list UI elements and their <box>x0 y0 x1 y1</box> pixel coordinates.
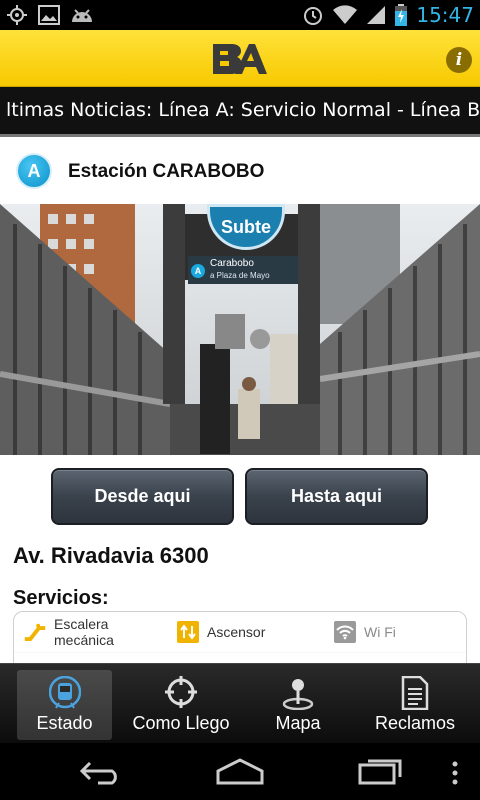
info-button[interactable]: i <box>446 47 472 73</box>
station-sign-direction: a Plaza de Mayo <box>210 271 270 280</box>
wifi-icon <box>334 621 356 643</box>
station-sign-line: A <box>191 264 205 278</box>
services-heading: Servicios: <box>13 587 109 609</box>
tab-label: Reclamos <box>374 713 456 733</box>
map-pin-icon <box>281 676 315 715</box>
station-header: A Estación CARABOBO <box>0 137 480 203</box>
crosshair-icon <box>165 676 197 713</box>
service-label: Wi Fi <box>364 624 396 640</box>
service-label: Escalera mecánica <box>54 616 114 648</box>
station-sign-panel: A Carabobo a Plaza de Mayo <box>188 256 298 284</box>
tab-label: Como Llego <box>132 713 230 733</box>
from-here-button[interactable]: Desde aqui <box>51 468 234 525</box>
service-elevator: Ascensor <box>177 612 327 652</box>
tab-label: Estado <box>36 713 93 733</box>
clock: 15:47 <box>416 3 474 27</box>
line-badge: A <box>16 153 52 189</box>
ba-logo <box>211 42 269 81</box>
ticker-text: ltimas Noticias: Línea A: Servicio Norma… <box>6 99 480 121</box>
service-escalator: Escalera mecánica <box>24 612 174 652</box>
system-nav-bar <box>0 743 480 800</box>
services-list: Escalera mecánica Ascensor Wi Fi <box>13 611 467 663</box>
battery-icon <box>394 4 408 26</box>
service-wifi: Wi Fi <box>334 612 464 652</box>
station-detail[interactable]: A Estación CARABOBO Subte A Carabobo a P… <box>0 137 480 663</box>
app-screen: 15:47 i ltimas Noticias: Línea A: Servic… <box>0 0 480 800</box>
home-icon[interactable] <box>215 757 265 790</box>
elevator-icon <box>177 621 199 643</box>
service-label: Ascensor <box>207 624 266 640</box>
tab-reclamos[interactable]: Reclamos <box>365 670 465 740</box>
alarm-icon <box>302 4 324 26</box>
station-photo: Subte A Carabobo a Plaza de Mayo <box>0 204 480 455</box>
tab-label: Mapa <box>275 713 321 733</box>
app-header <box>0 30 480 87</box>
to-here-button[interactable]: Hasta aqui <box>245 468 428 525</box>
gps-icon <box>6 4 28 26</box>
subte-sign-brand: Subte <box>220 216 271 237</box>
station-sign-name: Carabobo <box>210 258 254 269</box>
android-icon <box>70 6 94 24</box>
escalator-icon <box>24 621 46 643</box>
signal-icon <box>366 5 386 25</box>
train-icon <box>48 675 81 715</box>
station-address: Av. Rivadavia 6300 <box>13 543 209 568</box>
bottom-tab-bar: Estado Como Llego Mapa Reclamos <box>0 663 480 743</box>
back-icon[interactable] <box>78 757 122 790</box>
status-bar: 15:47 <box>0 0 480 30</box>
recent-apps-icon[interactable] <box>358 757 404 790</box>
tab-como-llego[interactable]: Como Llego <box>126 670 236 740</box>
news-ticker[interactable]: ltimas Noticias: Línea A: Servicio Norma… <box>0 87 480 137</box>
document-icon <box>401 675 429 715</box>
tab-mapa[interactable]: Mapa <box>255 670 341 740</box>
overflow-menu-icon[interactable] <box>451 761 459 790</box>
wifi-icon <box>332 5 358 25</box>
image-icon <box>38 5 60 25</box>
tab-estado[interactable]: Estado <box>17 670 112 740</box>
station-name: Estación CARABOBO <box>68 161 265 182</box>
services-row-partial <box>14 652 466 663</box>
